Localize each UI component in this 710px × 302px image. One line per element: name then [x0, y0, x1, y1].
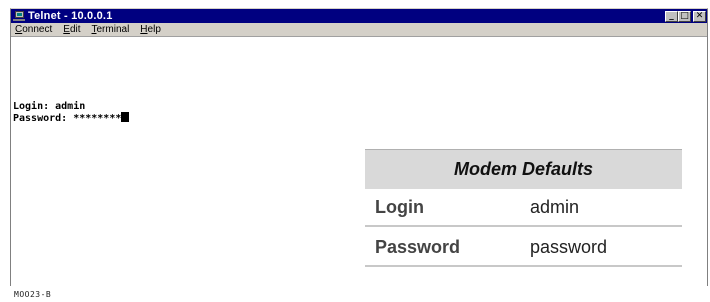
- window-controls: _ □ ✕: [665, 10, 706, 22]
- defaults-key: Login: [375, 196, 424, 217]
- defaults-value: admin: [530, 196, 580, 217]
- close-icon[interactable]: ✕: [693, 10, 706, 22]
- login-prompt-line: Login: admin: [13, 101, 86, 112]
- telnet-app-icon[interactable]: [13, 11, 25, 21]
- window-title: Telnet - 10.0.0.1: [28, 10, 113, 22]
- password-prompt-line: Password: ********: [13, 112, 707, 124]
- menu-help[interactable]: Help: [138, 24, 161, 35]
- maximize-icon[interactable]: □: [678, 10, 691, 22]
- defaults-value: password: [530, 236, 608, 257]
- menu-terminal[interactable]: Terminal: [90, 24, 130, 35]
- defaults-key: Password: [375, 236, 461, 257]
- text-cursor: [121, 112, 130, 122]
- terminal-screen[interactable]: Login: admin Password: ********: [13, 102, 707, 124]
- minimize-icon[interactable]: _: [665, 10, 678, 22]
- modem-defaults-table: Modem Defaults Login admin Password pass…: [365, 149, 682, 270]
- menu-bar: Connect Edit Terminal Help: [11, 23, 707, 37]
- menu-edit[interactable]: Edit: [61, 24, 80, 35]
- modem-defaults-title: Modem Defaults: [365, 149, 682, 189]
- defaults-row-login: Login admin: [365, 189, 682, 227]
- figure-code: MOO23-B: [14, 290, 52, 299]
- menu-connect[interactable]: Connect: [13, 24, 52, 35]
- defaults-row-password: Password password: [365, 229, 682, 267]
- title-bar[interactable]: Telnet - 10.0.0.1 _ □ ✕: [11, 9, 707, 23]
